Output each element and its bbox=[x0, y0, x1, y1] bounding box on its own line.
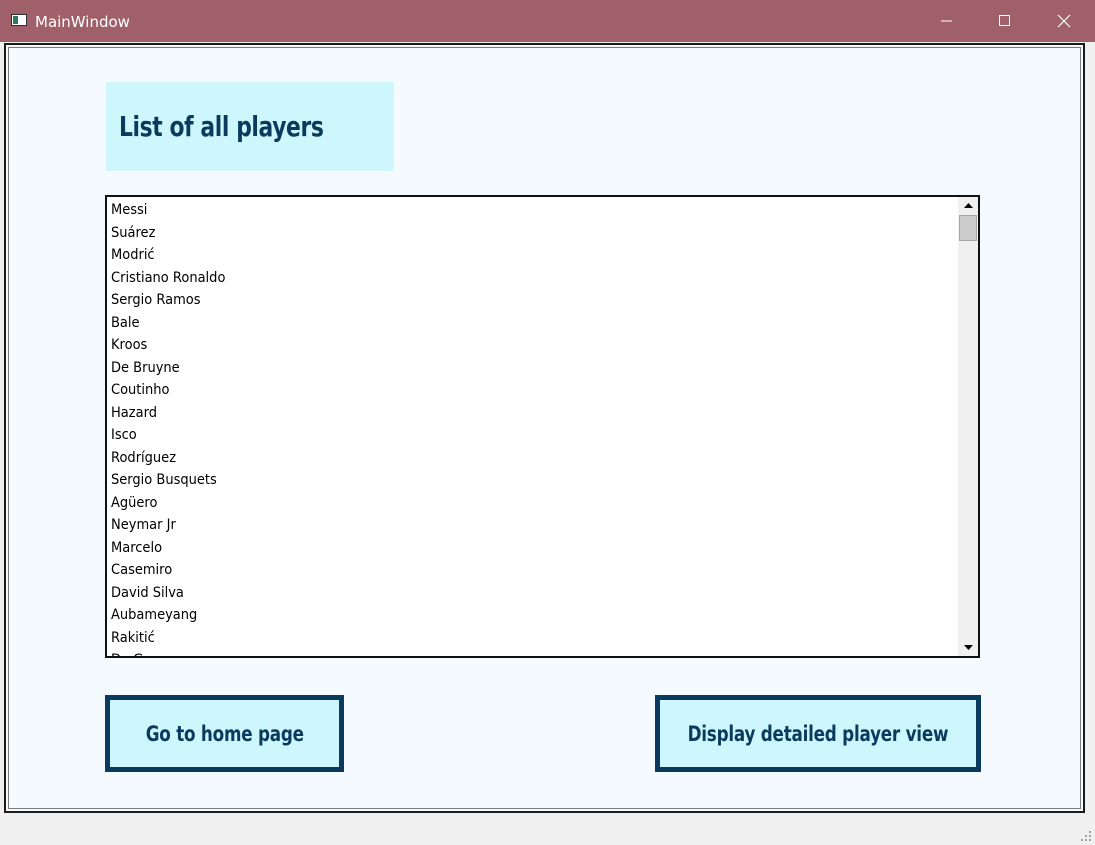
list-item[interactable]: Neymar Jr bbox=[111, 514, 892, 537]
players-listbox[interactable]: Messi Suárez Modrić Cristiano Ronaldo Sergio… bbox=[105, 195, 980, 658]
list-item[interactable]: Agüero bbox=[111, 492, 892, 515]
list-item[interactable]: De Gea bbox=[111, 649, 892, 656]
list-item[interactable]: Bale bbox=[111, 312, 892, 335]
list-item[interactable]: Casemiro bbox=[111, 559, 892, 582]
window-title: MainWindow bbox=[35, 13, 130, 31]
list-item[interactable]: Aubameyang bbox=[111, 604, 892, 627]
minimize-icon bbox=[941, 20, 952, 22]
scroll-up-arrow-icon bbox=[963, 203, 973, 208]
list-item[interactable]: Marcelo bbox=[111, 537, 892, 560]
title-bar[interactable]: MainWindow bbox=[0, 0, 1095, 42]
list-item[interactable]: Rakitić bbox=[111, 627, 892, 650]
scroll-down-button[interactable] bbox=[958, 639, 978, 656]
go-home-button-label: Go to home page bbox=[145, 721, 304, 746]
detailed-player-view-button[interactable]: Display detailed player view bbox=[655, 695, 981, 772]
main-window: MainWindow List of all players Messi Suár… bbox=[0, 0, 1095, 845]
list-item[interactable]: Kroos bbox=[111, 334, 892, 357]
list-item[interactable]: Isco bbox=[111, 424, 892, 447]
list-item[interactable]: De Bruyne bbox=[111, 357, 892, 380]
list-item[interactable]: David Silva bbox=[111, 582, 892, 605]
list-item[interactable]: Messi bbox=[111, 199, 892, 222]
list-item[interactable]: Hazard bbox=[111, 402, 892, 425]
scroll-up-button[interactable] bbox=[958, 197, 978, 214]
list-item[interactable]: Rodríguez bbox=[111, 447, 892, 470]
list-item[interactable]: Coutinho bbox=[111, 379, 892, 402]
close-button[interactable] bbox=[1035, 0, 1093, 42]
resize-grip-icon[interactable] bbox=[1080, 830, 1092, 842]
players-list-items: Messi Suárez Modrić Cristiano Ronaldo Sergio… bbox=[111, 199, 951, 656]
maximize-icon bbox=[999, 15, 1010, 26]
list-item[interactable]: Suárez bbox=[111, 222, 892, 245]
list-item[interactable]: Modrić bbox=[111, 244, 892, 267]
heading-panel: List of all players bbox=[106, 82, 394, 171]
go-home-button[interactable]: Go to home page bbox=[105, 695, 344, 772]
scroll-thumb[interactable] bbox=[959, 215, 977, 241]
minimize-button[interactable] bbox=[918, 0, 976, 42]
listbox-scrollbar[interactable] bbox=[958, 197, 978, 656]
client-area: List of all players Messi Suárez Modrić Cri… bbox=[4, 43, 1085, 813]
list-item[interactable]: Sergio Busquets bbox=[111, 469, 892, 492]
close-icon bbox=[1057, 14, 1071, 28]
status-bar bbox=[0, 815, 1095, 845]
page-title: List of all players bbox=[119, 110, 324, 143]
app-window-icon bbox=[11, 14, 27, 26]
list-item[interactable]: Sergio Ramos bbox=[111, 289, 892, 312]
list-item[interactable]: Cristiano Ronaldo bbox=[111, 267, 892, 290]
detailed-player-view-button-label: Display detailed player view bbox=[687, 721, 949, 746]
maximize-button[interactable] bbox=[976, 0, 1034, 42]
scroll-down-arrow-icon bbox=[963, 645, 973, 650]
